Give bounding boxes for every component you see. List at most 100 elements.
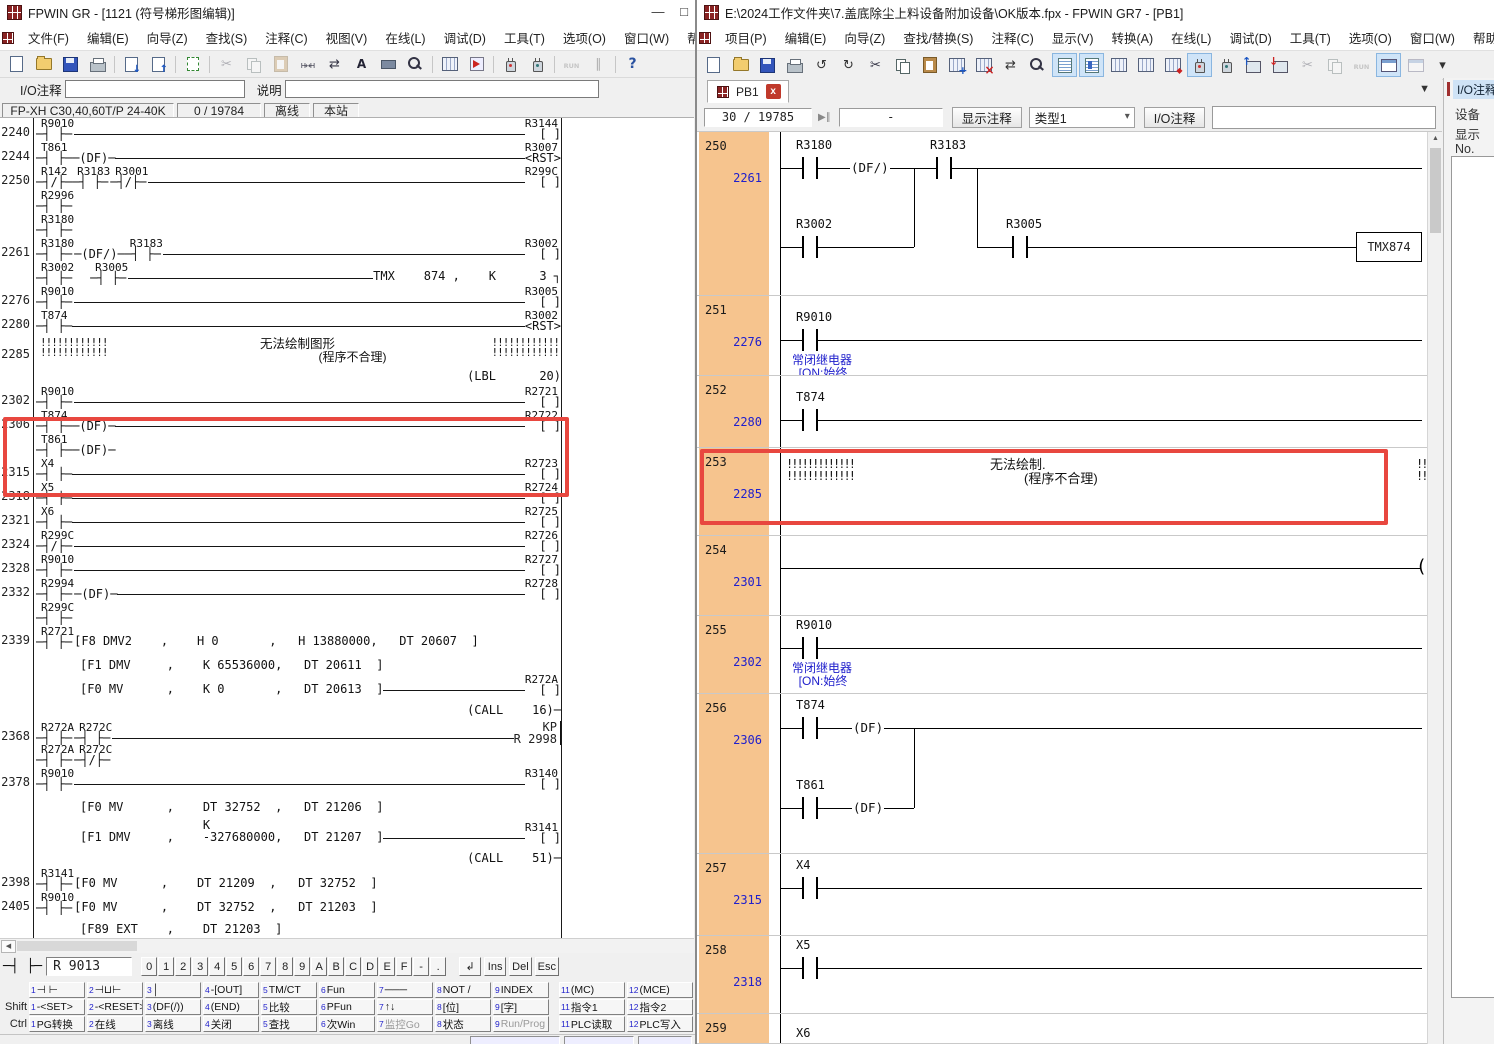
- rung-content[interactable]: R9010常闭继电器 [ON:始终: [772, 616, 1427, 693]
- ladder-element[interactable]: X6─┤ ├─: [36, 506, 72, 528]
- ladder-element[interactable]: R3001─┤/├─: [110, 166, 148, 188]
- menu-item[interactable]: 窗口(W): [1401, 28, 1464, 47]
- no-contact-symbol[interactable]: [795, 157, 825, 179]
- select-mode-button[interactable]: [180, 52, 205, 76]
- keypad-key[interactable]: 3: [192, 957, 208, 976]
- right-v-scrollbar[interactable]: ▲: [1427, 132, 1443, 1044]
- program-down-button[interactable]: [119, 52, 144, 76]
- contact-convert-button[interactable]: [295, 52, 320, 76]
- minimize-button[interactable]: —: [643, 0, 673, 25]
- ladder-row[interactable]: (CALL 16)─: [0, 698, 562, 720]
- new-button[interactable]: [701, 53, 726, 77]
- ladder-row[interactable]: 2332R2994─┤ ├─ ─(DF)─R2728[ ]: [0, 578, 562, 602]
- function-key[interactable]: 1-<SET>: [29, 999, 85, 1015]
- window-split-button[interactable]: [1376, 53, 1401, 77]
- panel-item[interactable]: 设备: [1455, 104, 1480, 123]
- keypad-key[interactable]: 6: [243, 957, 259, 976]
- ladder-element[interactable]: R2994─┤ ├─: [36, 578, 74, 600]
- ladder-row[interactable]: 2318X5─┤ ├─R2724[ ]: [0, 482, 562, 506]
- help-button[interactable]: [620, 52, 645, 76]
- io-comment-button[interactable]: I/O注释: [1144, 107, 1206, 128]
- right-ladder-area[interactable]: 2502261R3180(DF/)R3183R3002R3005TMX87425…: [697, 132, 1427, 1044]
- function-key[interactable]: 3(DF(/)): [145, 999, 201, 1015]
- rung[interactable]: 259X6: [697, 1014, 1427, 1044]
- comment-list-button[interactable]: [1079, 53, 1104, 77]
- ladder-element[interactable]: T861─┤ ├─: [36, 434, 72, 456]
- no-contact-symbol[interactable]: [1005, 236, 1035, 258]
- function-key[interactable]: 8状态: [435, 1016, 491, 1032]
- rung-content[interactable]: T874: [772, 376, 1427, 447]
- pause-button[interactable]: ∥: [586, 52, 611, 76]
- ladder-row[interactable]: [F0 MV , DT 32752 , DT 21206 ]: [0, 792, 562, 816]
- function-key[interactable]: 9Run/Prog: [493, 1016, 549, 1032]
- menu-item[interactable]: 帮助(H): [1464, 28, 1494, 47]
- tab-close-button[interactable]: x: [766, 84, 781, 99]
- scroll-up-arrow[interactable]: ▲: [1428, 132, 1443, 146]
- ladder-row[interactable]: R3180─┤ ├─: [0, 214, 562, 238]
- ladder-element[interactable]: R9010─┤ ├─: [36, 768, 74, 790]
- function-key[interactable]: 5TM/CT: [261, 982, 317, 998]
- function-key[interactable]: 2在线: [87, 1016, 143, 1032]
- no-contact-symbol[interactable]: [795, 717, 825, 739]
- undo-button[interactable]: ↺: [809, 53, 834, 77]
- no-contact-symbol[interactable]: [795, 877, 825, 899]
- function-key[interactable]: 5比较: [261, 999, 317, 1015]
- function-key[interactable]: 4-[OUT]: [203, 982, 259, 998]
- grid2-button[interactable]: [1133, 53, 1158, 77]
- ladder-row[interactable]: 2324R299C─┤/├─R2726[ ]: [0, 530, 562, 554]
- redo-button[interactable]: ↻: [836, 53, 861, 77]
- rung[interactable]: 2562306T874(DF)T861(DF): [697, 694, 1427, 854]
- function-key[interactable]: 4关闭: [203, 1016, 259, 1032]
- function-key[interactable]: 2⊣⊔⊢: [87, 982, 143, 998]
- left-ladder-area[interactable]: 2240R9010─┤ ├─R3144[ ]2244T861─┤ ├─ ─(DF…: [0, 117, 694, 939]
- menu-item[interactable]: 工具(T): [495, 28, 554, 47]
- function-key[interactable]: 11(MC): [559, 982, 625, 998]
- keypad-key[interactable]: C: [345, 957, 361, 976]
- ladder-element[interactable]: T874─┤ ├─: [36, 310, 72, 332]
- ladder-element[interactable]: ─(DF)─: [72, 434, 115, 456]
- rung-content[interactable]: !!!!!!!!!!!!! !!!!!!!!!!!!!无法绘制.(程序不合理)!…: [772, 448, 1427, 535]
- ladder-row[interactable]: 2250R142─┤/├─R3183─┤ ├─R3001─┤/├─R299C[ …: [0, 166, 562, 190]
- ladder-row[interactable]: R299C─┤ ├─: [0, 602, 562, 626]
- function-key[interactable]: 1⊣ ⊢: [29, 982, 85, 998]
- ladder-row[interactable]: 2302R9010─┤ ├─R2721[ ]: [0, 386, 562, 410]
- ladder-element[interactable]: R9010─┤ ├─: [36, 118, 74, 140]
- ladder-row[interactable]: T861─┤ ├─ ─(DF)─: [0, 434, 562, 458]
- menu-item[interactable]: 帮助(H): [678, 28, 695, 47]
- function-key[interactable]: 6次Win: [319, 1016, 375, 1032]
- keypad-key[interactable]: 7: [260, 957, 276, 976]
- ladder-element[interactable]: R272C─┤ ├─: [74, 722, 112, 744]
- paste-button[interactable]: [917, 53, 942, 77]
- ladder-row[interactable]: 2280T874─┤ ├─R3002<RST>: [0, 310, 562, 334]
- operand-input[interactable]: R 9013: [46, 957, 132, 976]
- no-contact-symbol[interactable]: [795, 409, 825, 431]
- online-button[interactable]: [498, 52, 523, 76]
- ladder-element[interactable]: R9010─┤ ├─: [36, 554, 74, 576]
- ladder-row[interactable]: [F1 DMV , K 65536000, DT 20611 ]: [0, 650, 562, 674]
- function-key[interactable]: 2-<RESET>: [87, 999, 143, 1015]
- ladder-row[interactable]: R272A─┤ ├─R272C─┤/├─: [0, 746, 562, 768]
- tab-list-dropdown[interactable]: ▼: [1419, 83, 1430, 95]
- function-key[interactable]: 8NOT /: [435, 982, 491, 998]
- keypad-key[interactable]: F: [396, 957, 412, 976]
- rung[interactable]: 2522280T874: [697, 376, 1427, 448]
- toolbar-more-button[interactable]: ▾: [1430, 53, 1455, 77]
- function-key[interactable]: 8[位]: [435, 999, 491, 1015]
- scroll-left-arrow[interactable]: ◀: [1, 940, 16, 953]
- ladder-element[interactable]: R2996─┤ ├─: [36, 190, 74, 212]
- menu-item[interactable]: 项目(P): [716, 28, 776, 47]
- keypad-key[interactable]: 5: [226, 957, 242, 976]
- no-contact-symbol[interactable]: [795, 329, 825, 351]
- menu-item[interactable]: 窗口(W): [615, 28, 678, 47]
- rung-content[interactable]: T874(DF)T861(DF): [772, 694, 1427, 853]
- rung-content[interactable]: X4: [772, 854, 1427, 935]
- save-button[interactable]: [755, 53, 780, 77]
- new-button[interactable]: [4, 52, 29, 76]
- run-mode-button[interactable]: [1349, 53, 1374, 77]
- function-key[interactable]: 3│: [145, 982, 201, 998]
- rung[interactable]: 2552302R9010常闭继电器 [ON:始终: [697, 616, 1427, 694]
- function-key[interactable]: 7↑↓: [377, 999, 433, 1015]
- ladder-element[interactable]: R272C─┤/├─: [74, 744, 112, 766]
- paste-button[interactable]: [268, 52, 293, 76]
- function-key[interactable]: 9[字]: [493, 999, 549, 1015]
